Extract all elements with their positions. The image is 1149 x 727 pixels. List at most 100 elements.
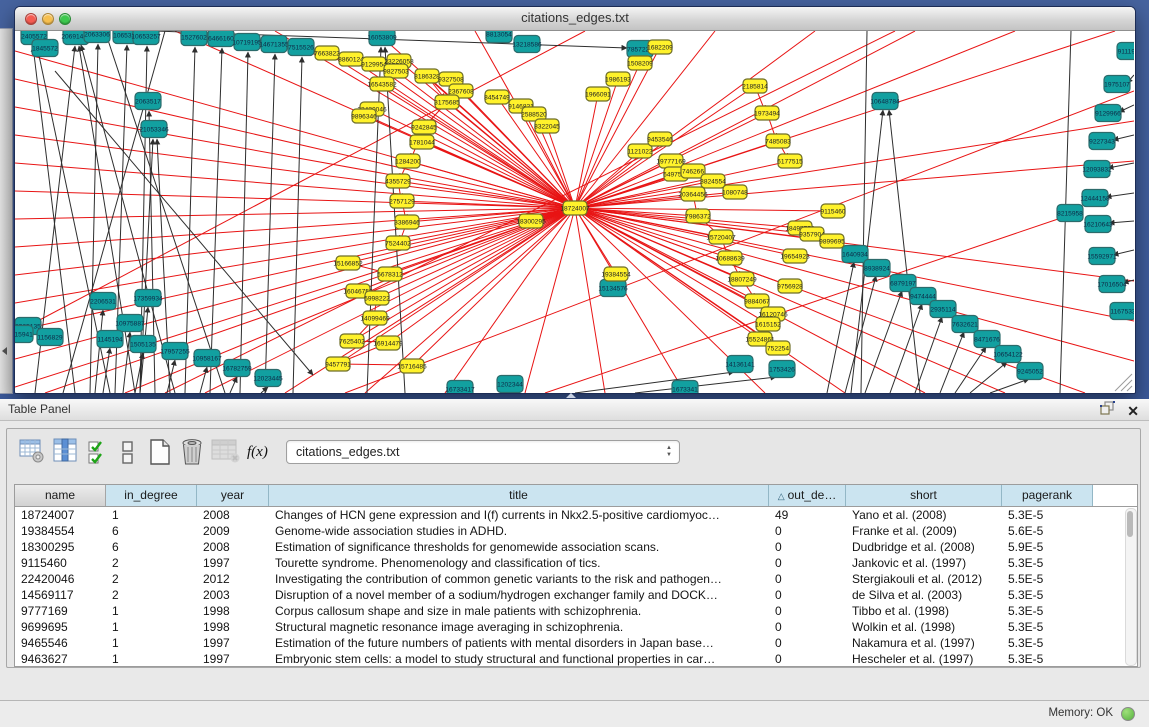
table-panel-header[interactable]: Table Panel ✕ xyxy=(0,399,1149,421)
graph-edge[interactable] xyxy=(635,377,776,393)
graph-edge[interactable] xyxy=(861,31,867,393)
graph-edge[interactable] xyxy=(210,48,222,393)
graph-node-label: 2367608 xyxy=(448,88,474,95)
graph-node-label: 18807249 xyxy=(727,276,757,283)
table-row[interactable]: 946362711997Embryonic stem cells: a mode… xyxy=(15,651,1137,667)
select-columns-icon[interactable] xyxy=(87,438,113,466)
column-header-in-degree[interactable]: in_degree xyxy=(106,485,197,506)
table-row[interactable]: 1938455462009Genome-wide association stu… xyxy=(15,523,1137,539)
table-row[interactable]: 977716911998Corpus callosum shape and si… xyxy=(15,603,1137,619)
table-mode-icon[interactable] xyxy=(19,438,45,466)
graph-edge[interactable] xyxy=(970,362,1007,393)
panel-expand-arrow-icon[interactable] xyxy=(2,347,7,355)
close-window-button[interactable] xyxy=(25,13,37,25)
graph-edge[interactable] xyxy=(15,191,575,208)
column-header-out-de-[interactable]: △out_de… xyxy=(769,485,846,506)
west-panel-collapsed-strip[interactable] xyxy=(0,28,13,394)
table-row[interactable]: 911546021997Tourette syndrome. Phenomeno… xyxy=(15,555,1137,571)
scrollbar-thumb[interactable] xyxy=(1127,511,1133,537)
create-column-icon[interactable] xyxy=(147,438,173,466)
table-cell: Nakamura et al. (1997) xyxy=(846,635,1002,651)
graph-edge[interactable] xyxy=(230,377,237,393)
graph-node-label: 9227343 xyxy=(1089,138,1115,145)
table-cell: 1997 xyxy=(197,635,269,651)
graph-node-label: 3175685 xyxy=(434,99,460,106)
graph-edge[interactable] xyxy=(1109,221,1134,223)
graph-edge[interactable] xyxy=(890,304,922,393)
window-titlebar[interactable]: citations_edges.txt xyxy=(15,7,1135,31)
graph-edge[interactable] xyxy=(575,208,605,393)
table-cell: 19384554 xyxy=(15,523,106,539)
graph-edge[interactable] xyxy=(293,57,302,393)
graph-edge[interactable] xyxy=(955,347,986,393)
graph-node-label: 3915941 xyxy=(15,331,33,338)
network-view-window[interactable]: citations_edges.txt 24055721845572206914… xyxy=(14,6,1136,394)
table-row[interactable]: 1456911722003Disruption of a novel membe… xyxy=(15,587,1137,603)
combo-stepper-icon: ▲▼ xyxy=(666,445,672,459)
column-header-name[interactable]: name xyxy=(15,485,106,506)
split-pane-grip[interactable] xyxy=(566,393,576,398)
graph-node-label: 9327508 xyxy=(438,76,464,83)
column-header-short[interactable]: short xyxy=(846,485,1002,506)
column-header-pagerank[interactable]: pagerank xyxy=(1002,485,1093,506)
minimize-window-button[interactable] xyxy=(42,13,54,25)
table-cell: 2 xyxy=(106,555,197,571)
table-vertical-scrollbar[interactable] xyxy=(1125,508,1137,666)
function-builder-icon[interactable]: f(x) xyxy=(247,444,273,472)
column-header-title[interactable]: title xyxy=(269,485,769,506)
column-header-year[interactable]: year xyxy=(197,485,269,506)
graph-node-label: 19654923 xyxy=(780,253,810,260)
network-canvas[interactable]: 2405572184557220691406206330610653251065… xyxy=(15,31,1135,393)
graph-edge[interactable] xyxy=(1108,163,1134,168)
graph-edge[interactable] xyxy=(1113,135,1134,140)
graph-edge[interactable] xyxy=(940,332,964,393)
graph-node-label: 16914479 xyxy=(373,340,403,347)
graph-node-label: 17957255 xyxy=(160,348,190,355)
graph-node-label: 1673341 xyxy=(672,386,698,393)
graph-edge[interactable] xyxy=(1106,193,1134,197)
graph-edge[interactable] xyxy=(200,367,207,393)
table-cell: 0 xyxy=(769,571,846,587)
graph-node-label: 1966091 xyxy=(585,91,611,98)
graph-node-label: 8471676 xyxy=(974,336,1000,343)
table-row[interactable]: 1830029562008Estimation of significance … xyxy=(15,539,1137,555)
graph-edge[interactable] xyxy=(575,208,768,324)
graph-edge[interactable] xyxy=(240,52,248,393)
network-table-selector[interactable]: citations_edges.txt ▲▼ xyxy=(286,440,680,464)
graph-edge[interactable] xyxy=(445,208,575,393)
table-cell: 0 xyxy=(769,651,846,667)
show-columns-icon[interactable] xyxy=(53,438,79,466)
row-height-icon[interactable] xyxy=(121,438,147,466)
table-cell: 2008 xyxy=(197,507,269,523)
graph-edge[interactable] xyxy=(95,310,103,393)
graph-edge[interactable] xyxy=(575,161,1134,208)
graph-edge[interactable] xyxy=(265,54,275,393)
table-cell: Changes of HCN gene expression and I(f) … xyxy=(269,507,769,523)
graph-node-label: 9474444 xyxy=(910,293,936,300)
node-table[interactable]: namein_degreeyeartitle△out_de…shortpager… xyxy=(14,484,1138,667)
graph-edge[interactable] xyxy=(990,379,1029,393)
network-table-selector-value: citations_edges.txt xyxy=(296,445,400,459)
graph-edge[interactable] xyxy=(545,217,1064,393)
table-cell: 0 xyxy=(769,635,846,651)
graph-edge[interactable] xyxy=(889,110,920,393)
memory-status-indicator[interactable] xyxy=(1121,707,1135,721)
close-panel-icon[interactable]: ✕ xyxy=(1127,403,1139,419)
table-row[interactable]: 969969511998Structural magnetic resonanc… xyxy=(15,619,1137,635)
graph-node-label: 15716485 xyxy=(397,363,427,370)
graph-node-label: 1284200 xyxy=(395,158,421,165)
table-row[interactable]: 1872400712008Changes of HCN gene express… xyxy=(15,507,1137,523)
table-row[interactable]: 2242004622012Investigating the contribut… xyxy=(15,571,1137,587)
graph-node-label: 1156829 xyxy=(37,334,63,341)
zoom-window-button[interactable] xyxy=(59,13,71,25)
graph-edge[interactable] xyxy=(45,208,575,393)
graph-node-label: 2063517 xyxy=(135,98,161,105)
graph-edge[interactable] xyxy=(575,208,1134,361)
table-cell: Embryonic stem cells: a model to study s… xyxy=(269,651,769,667)
graph-node-label: 15592971 xyxy=(1087,253,1117,260)
table-row[interactable]: 946554611997Estimation of the future num… xyxy=(15,635,1137,651)
graph-node-label: 10719195 xyxy=(232,39,262,46)
float-panel-icon[interactable] xyxy=(1100,401,1115,420)
delete-columns-icon[interactable] xyxy=(179,438,205,466)
graph-edge[interactable] xyxy=(261,387,268,393)
